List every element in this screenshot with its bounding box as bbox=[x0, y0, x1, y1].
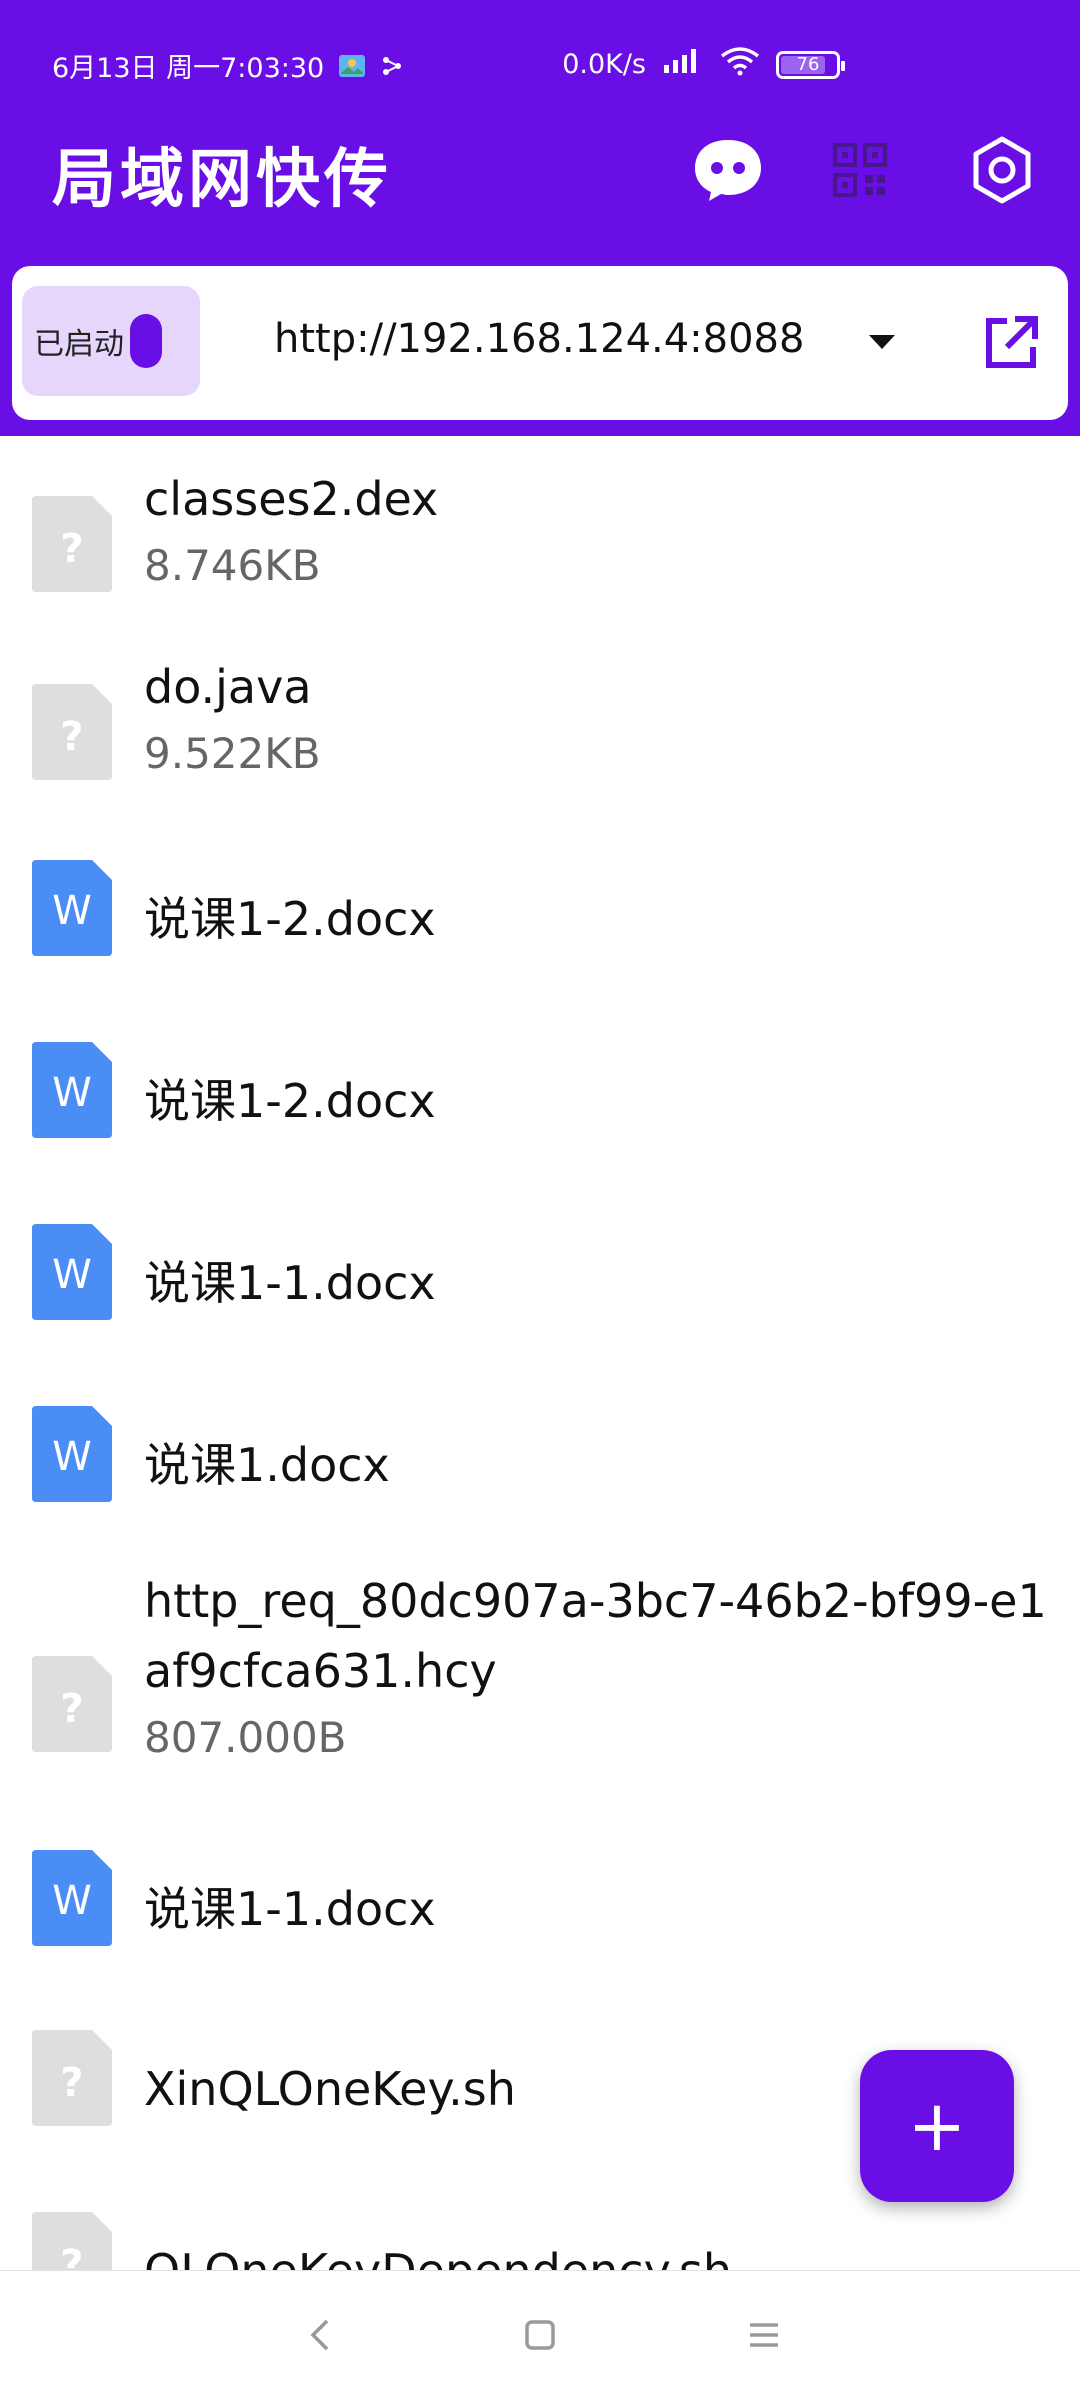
chat-icon bbox=[693, 138, 763, 206]
file-name: classes2.dex bbox=[144, 472, 439, 526]
file-name: 说课1-1.docx bbox=[144, 1256, 436, 1310]
wifi-icon bbox=[720, 46, 760, 83]
open-external-icon bbox=[983, 315, 1039, 375]
unknown-file-icon: ? bbox=[32, 1656, 112, 1752]
add-file-button[interactable]: + bbox=[860, 2050, 1014, 2202]
signal-icon bbox=[662, 47, 704, 82]
server-toggle-label: 已启动 bbox=[34, 327, 124, 362]
file-size: 807.000B bbox=[144, 1713, 347, 1762]
svg-text:?: ? bbox=[60, 2242, 83, 2270]
file-item[interactable]: W 说课1-2.docx bbox=[0, 844, 1080, 1004]
unknown-file-icon: ? bbox=[32, 2030, 112, 2126]
file-size: 9.522KB bbox=[144, 729, 321, 778]
word-file-icon: W bbox=[32, 1850, 112, 1946]
file-item[interactable]: ? do.java 9.522KB bbox=[0, 652, 1080, 812]
nav-back-button[interactable] bbox=[290, 2307, 350, 2367]
server-url[interactable]: http://192.168.124.4:8088 bbox=[274, 316, 804, 362]
chat-button[interactable] bbox=[688, 132, 768, 212]
nav-recents-button[interactable] bbox=[734, 2307, 794, 2367]
status-datetime: 6月13日 周一7:03:30 bbox=[52, 53, 325, 84]
url-dropdown-button[interactable] bbox=[860, 324, 904, 364]
unknown-file-icon: ? bbox=[32, 496, 112, 592]
nav-home-button[interactable] bbox=[510, 2307, 570, 2367]
qr-code-icon bbox=[833, 143, 887, 201]
word-file-icon: W bbox=[32, 1406, 112, 1502]
file-name: http_req_80dc907a-3bc7-46b2-bf99-e1af9cf… bbox=[144, 1574, 1047, 1698]
battery-level: 76 bbox=[796, 54, 820, 75]
server-toggle[interactable]: 已启动 bbox=[22, 286, 200, 396]
svg-text:W: W bbox=[52, 1252, 92, 1298]
file-name: 说课1-1.docx bbox=[144, 1882, 436, 1936]
network-speed: 0.0K/s bbox=[562, 49, 646, 80]
svg-text:?: ? bbox=[60, 526, 83, 572]
svg-text:?: ? bbox=[60, 2060, 83, 2106]
svg-text:W: W bbox=[52, 1434, 92, 1480]
dropdown-arrow-icon bbox=[867, 333, 897, 355]
battery-icon: 76 bbox=[776, 50, 845, 79]
gallery-notification-icon bbox=[338, 54, 366, 78]
app-header: 6月13日 周一7:03:30 0.0K/s 76 局域网快传 已启动 http… bbox=[0, 0, 1080, 436]
toggle-thumb bbox=[130, 314, 162, 368]
svg-text:W: W bbox=[52, 1878, 92, 1924]
word-file-icon: W bbox=[32, 1224, 112, 1320]
open-in-browser-button[interactable] bbox=[976, 310, 1046, 380]
settings-icon bbox=[968, 136, 1036, 208]
file-name: 说课1.docx bbox=[144, 1438, 390, 1492]
share-notification-icon bbox=[380, 54, 408, 78]
back-icon bbox=[305, 2317, 335, 2357]
settings-button[interactable] bbox=[962, 132, 1042, 212]
file-item[interactable]: ? QLOneKeyDependency.sh bbox=[0, 2196, 1080, 2270]
svg-text:W: W bbox=[52, 888, 92, 934]
file-name: 说课1-2.docx bbox=[144, 892, 436, 946]
file-size: 8.746KB bbox=[144, 541, 321, 590]
plus-icon: + bbox=[907, 2085, 967, 2167]
home-icon bbox=[523, 2318, 557, 2356]
unknown-file-icon: ? bbox=[32, 684, 112, 780]
file-name: QLOneKeyDependency.sh bbox=[144, 2236, 1056, 2270]
app-title: 局域网快传 bbox=[52, 142, 392, 217]
server-card: 已启动 http://192.168.124.4:8088 bbox=[12, 266, 1068, 420]
file-item[interactable]: W 说课1-1.docx bbox=[0, 1208, 1080, 1368]
file-list: ? classes2.dex 8.746KB ? do.java 9.522KB… bbox=[0, 436, 1080, 2270]
file-item[interactable]: ? classes2.dex 8.746KB bbox=[0, 464, 1080, 624]
file-item[interactable]: W 说课1-1.docx bbox=[0, 1834, 1080, 1994]
menu-icon bbox=[747, 2320, 781, 2354]
file-item[interactable]: ? http_req_80dc907a-3bc7-46b2-bf99-e1af9… bbox=[0, 1566, 1080, 1806]
word-file-icon: W bbox=[32, 860, 112, 956]
svg-text:?: ? bbox=[60, 1686, 83, 1732]
file-item[interactable]: W 说课1-2.docx bbox=[0, 1026, 1080, 1186]
status-bar: 6月13日 周一7:03:30 0.0K/s 76 bbox=[0, 0, 1080, 120]
qr-code-button[interactable] bbox=[820, 132, 900, 212]
file-name: 说课1-2.docx bbox=[144, 1074, 436, 1128]
svg-text:?: ? bbox=[60, 714, 83, 760]
system-nav-bar bbox=[0, 2270, 1080, 2400]
file-item[interactable]: W 说课1.docx bbox=[0, 1390, 1080, 1550]
file-name: do.java bbox=[144, 660, 312, 714]
unknown-file-icon: ? bbox=[32, 2212, 112, 2270]
word-file-icon: W bbox=[32, 1042, 112, 1138]
svg-text:W: W bbox=[52, 1070, 92, 1116]
